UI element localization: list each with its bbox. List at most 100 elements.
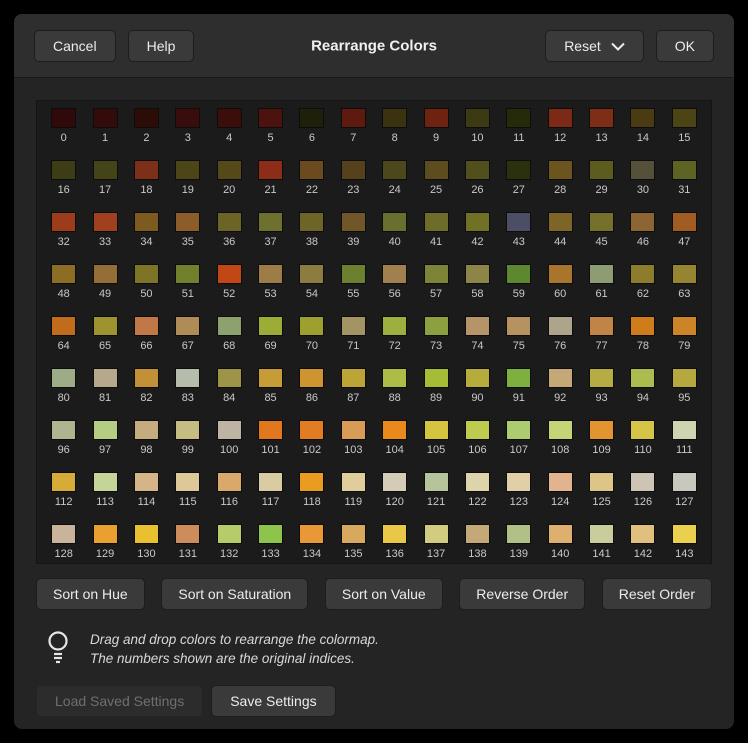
color-swatch[interactable] (299, 160, 324, 180)
color-swatch[interactable] (382, 316, 407, 336)
color-swatch[interactable] (51, 368, 76, 388)
color-swatch[interactable] (341, 472, 366, 492)
color-swatch[interactable] (672, 316, 697, 336)
color-swatch[interactable] (175, 524, 200, 544)
color-swatch[interactable] (589, 524, 614, 544)
color-swatch[interactable] (548, 160, 573, 180)
color-swatch[interactable] (589, 316, 614, 336)
color-swatch[interactable] (217, 264, 242, 284)
color-swatch[interactable] (382, 160, 407, 180)
color-swatch[interactable] (341, 420, 366, 440)
color-swatch[interactable] (134, 108, 159, 128)
color-swatch[interactable] (424, 264, 449, 284)
color-swatch[interactable] (258, 524, 283, 544)
color-swatch[interactable] (382, 368, 407, 388)
color-swatch[interactable] (299, 524, 324, 544)
color-swatch[interactable] (299, 472, 324, 492)
sort-on-value-button[interactable]: Sort on Value (325, 578, 443, 610)
color-swatch[interactable] (424, 524, 449, 544)
sort-on-saturation-button[interactable]: Sort on Saturation (161, 578, 308, 610)
color-swatch[interactable] (382, 524, 407, 544)
color-swatch[interactable] (672, 420, 697, 440)
color-swatch[interactable] (341, 160, 366, 180)
color-swatch[interactable] (506, 108, 531, 128)
color-swatch[interactable] (548, 524, 573, 544)
color-swatch[interactable] (51, 472, 76, 492)
color-swatch[interactable] (217, 212, 242, 232)
color-swatch[interactable] (258, 368, 283, 388)
color-swatch[interactable] (51, 264, 76, 284)
color-swatch[interactable] (424, 368, 449, 388)
color-swatch[interactable] (465, 108, 490, 128)
color-swatch[interactable] (93, 108, 118, 128)
color-swatch[interactable] (424, 160, 449, 180)
color-swatch[interactable] (672, 524, 697, 544)
color-swatch[interactable] (175, 316, 200, 336)
color-swatch[interactable] (630, 524, 655, 544)
color-swatch[interactable] (506, 316, 531, 336)
color-swatch[interactable] (258, 264, 283, 284)
color-swatch[interactable] (51, 316, 76, 336)
color-swatch[interactable] (424, 472, 449, 492)
color-swatch[interactable] (217, 108, 242, 128)
color-swatch[interactable] (51, 212, 76, 232)
color-swatch[interactable] (424, 108, 449, 128)
color-swatch[interactable] (589, 212, 614, 232)
color-swatch[interactable] (134, 524, 159, 544)
color-swatch[interactable] (465, 264, 490, 284)
color-swatch[interactable] (548, 316, 573, 336)
color-swatch[interactable] (548, 368, 573, 388)
color-swatch[interactable] (258, 472, 283, 492)
color-swatch[interactable] (93, 212, 118, 232)
color-swatch[interactable] (175, 160, 200, 180)
sort-on-hue-button[interactable]: Sort on Hue (36, 578, 145, 610)
color-swatch[interactable] (630, 212, 655, 232)
reset-dropdown-button[interactable]: Reset (545, 30, 644, 62)
color-swatch[interactable] (217, 316, 242, 336)
color-swatch[interactable] (382, 420, 407, 440)
color-swatch[interactable] (465, 212, 490, 232)
reverse-order-button[interactable]: Reverse Order (459, 578, 585, 610)
color-swatch[interactable] (630, 160, 655, 180)
color-swatch[interactable] (175, 212, 200, 232)
color-swatch[interactable] (382, 108, 407, 128)
color-swatch[interactable] (175, 108, 200, 128)
color-swatch[interactable] (382, 264, 407, 284)
color-swatch[interactable] (630, 368, 655, 388)
color-swatch[interactable] (134, 472, 159, 492)
color-swatch[interactable] (134, 420, 159, 440)
help-button[interactable]: Help (128, 30, 195, 62)
color-swatch[interactable] (175, 472, 200, 492)
color-swatch[interactable] (465, 420, 490, 440)
color-swatch[interactable] (672, 108, 697, 128)
color-swatch[interactable] (589, 420, 614, 440)
color-swatch[interactable] (93, 524, 118, 544)
color-swatch[interactable] (134, 264, 159, 284)
color-swatch[interactable] (134, 160, 159, 180)
color-swatch[interactable] (424, 316, 449, 336)
save-settings-button[interactable]: Save Settings (211, 685, 335, 717)
color-swatch[interactable] (589, 264, 614, 284)
color-swatch[interactable] (465, 472, 490, 492)
color-swatch[interactable] (465, 316, 490, 336)
color-swatch[interactable] (93, 160, 118, 180)
color-swatch[interactable] (299, 316, 324, 336)
color-swatch[interactable] (630, 472, 655, 492)
color-swatch[interactable] (299, 368, 324, 388)
color-swatch[interactable] (175, 368, 200, 388)
color-swatch[interactable] (258, 420, 283, 440)
color-swatch[interactable] (93, 316, 118, 336)
color-swatch[interactable] (341, 212, 366, 232)
color-swatch[interactable] (382, 472, 407, 492)
color-swatch[interactable] (589, 368, 614, 388)
color-swatch[interactable] (51, 108, 76, 128)
color-swatch[interactable] (548, 420, 573, 440)
color-swatch[interactable] (341, 264, 366, 284)
color-swatch[interactable] (382, 212, 407, 232)
color-swatch[interactable] (589, 108, 614, 128)
color-swatch[interactable] (175, 264, 200, 284)
color-swatch[interactable] (134, 368, 159, 388)
color-swatch[interactable] (258, 212, 283, 232)
color-swatch[interactable] (217, 420, 242, 440)
color-swatch[interactable] (548, 264, 573, 284)
